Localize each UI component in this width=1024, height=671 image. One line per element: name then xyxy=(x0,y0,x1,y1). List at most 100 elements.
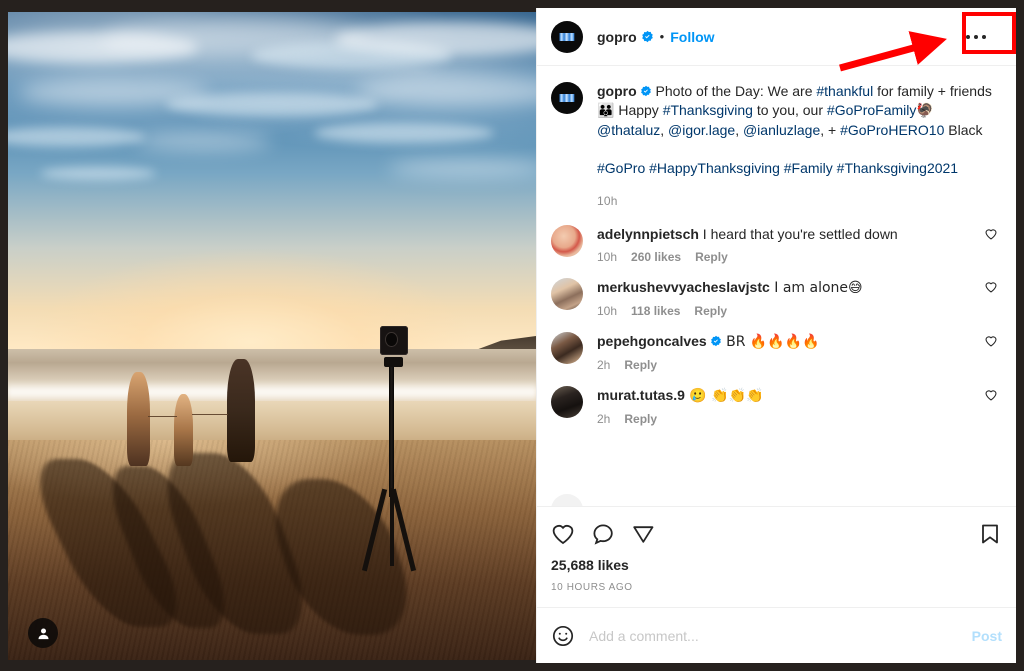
caption-segment: , xyxy=(735,122,743,138)
photo-foam xyxy=(8,381,536,403)
caption-hashtag-line[interactable]: #GoPro #HappyThanksgiving #Family #Thank… xyxy=(597,159,997,178)
author-avatar[interactable] xyxy=(551,20,583,53)
caption-mention-link[interactable]: @igor.lage xyxy=(668,122,735,138)
post-comment-button[interactable]: Post xyxy=(972,628,1002,644)
follow-button[interactable]: Follow xyxy=(670,30,714,44)
caption-hashtag-link[interactable]: #thankful xyxy=(816,83,873,99)
comment-meta: 10h 118 likes Reply xyxy=(597,304,984,318)
comment-item: merkushevvyacheslavjstc I am alone😅 10h … xyxy=(537,264,1016,318)
caption-segment: , xyxy=(660,122,669,138)
comment-content: murat.tutas.9 🥲 👏👏👏 2h Reply xyxy=(597,386,984,426)
caption-mention-link[interactable]: @ianluzlage xyxy=(743,122,820,138)
comment-reply-button[interactable]: Reply xyxy=(695,250,728,264)
comment-timestamp: 2h xyxy=(597,412,611,426)
commenter-avatar[interactable] xyxy=(551,278,583,310)
caption-author-avatar[interactable] xyxy=(551,82,583,114)
photo-sky xyxy=(8,12,536,349)
family-emoji: 👪 xyxy=(597,103,615,119)
comment-content: adelynnpietsch I heard that you're settl… xyxy=(597,225,984,264)
more-options-icon[interactable] xyxy=(956,23,996,51)
comment-item: pepehgoncalves BR 🔥🔥🔥🔥 2h Reply xyxy=(537,318,1016,372)
instagram-post-panel: gopro • Follow gopro Photo of the Day: W… xyxy=(536,8,1016,663)
comment-timestamp: 10h xyxy=(597,304,618,318)
comment-content: pepehgoncalves BR 🔥🔥🔥🔥 2h Reply xyxy=(597,332,984,372)
heart-outline-icon[interactable] xyxy=(551,522,575,546)
caption-author-username[interactable]: gopro xyxy=(597,83,637,99)
caption-text: gopro Photo of the Day: We are #thankful… xyxy=(597,82,997,211)
commenter-username[interactable]: merkushevvyacheslavjstc xyxy=(597,279,770,295)
caption-timestamp: 10h xyxy=(597,194,618,208)
comment-likes[interactable]: 118 likes xyxy=(631,304,680,318)
comment-input[interactable] xyxy=(589,627,962,644)
caption-block: gopro Photo of the Day: We are #thankful… xyxy=(537,66,1016,211)
commenter-avatar[interactable] xyxy=(551,386,583,418)
photo-person-adult-left xyxy=(127,371,151,466)
heart-outline-icon[interactable] xyxy=(984,227,1000,243)
tagged-people-icon[interactable] xyxy=(28,618,58,648)
comment-text-line: adelynnpietsch I heard that you're settl… xyxy=(597,225,984,243)
verified-badge-icon xyxy=(641,30,653,43)
post-header: gopro • Follow xyxy=(537,8,1016,66)
caption-hashtag-link[interactable]: #GoProFamily xyxy=(827,102,916,118)
likes-count[interactable]: 25,688 likes xyxy=(551,557,1002,573)
post-actions: 25,688 likes 10 HOURS AGO xyxy=(537,506,1016,607)
caption-segment: to you, our xyxy=(752,102,827,118)
turkey-emoji: 🦃 xyxy=(916,103,934,119)
verified-badge-icon xyxy=(640,85,651,97)
bookmark-outline-icon[interactable] xyxy=(978,522,1002,546)
comment-reply-button[interactable]: Reply xyxy=(624,412,657,426)
comment-meta: 10h 260 likes Reply xyxy=(597,250,984,264)
commenter-avatar[interactable] xyxy=(551,332,583,364)
comment-content: merkushevvyacheslavjstc I am alone😅 10h … xyxy=(597,278,984,318)
comment-text-line: merkushevvyacheslavjstc I am alone😅 xyxy=(597,278,984,297)
comment-timestamp: 10h xyxy=(597,250,618,264)
commenter-avatar[interactable] xyxy=(551,225,583,257)
comment-body: 🥲 👏👏👏 xyxy=(684,388,764,404)
heart-outline-icon[interactable] xyxy=(984,280,1000,296)
post-photo[interactable] xyxy=(8,12,536,660)
post-body-scroll[interactable]: gopro Photo of the Day: We are #thankful… xyxy=(537,66,1016,506)
comment-item-partial xyxy=(551,494,583,506)
caption-segment: for family + friends xyxy=(873,83,992,99)
heart-outline-icon[interactable] xyxy=(984,334,1000,350)
comment-meta: 2h Reply xyxy=(597,412,984,426)
comment-meta: 2h Reply xyxy=(597,358,984,372)
comment-timestamp: 2h xyxy=(597,358,611,372)
comment-text-line: pepehgoncalves BR 🔥🔥🔥🔥 xyxy=(597,332,984,351)
commenter-username[interactable]: pepehgoncalves xyxy=(597,333,707,349)
caption-segment: Black xyxy=(944,122,983,138)
comment-likes[interactable]: 260 likes xyxy=(631,250,681,264)
comment-bubble-icon[interactable] xyxy=(591,522,615,546)
caption-segment: Happy xyxy=(614,102,663,118)
emoji-smiley-icon[interactable] xyxy=(551,624,575,648)
verified-badge-icon xyxy=(710,335,721,347)
header-separator: • xyxy=(659,29,665,44)
posted-timestamp: 10 HOURS AGO xyxy=(551,582,633,593)
photo-tripod-pole xyxy=(389,367,395,497)
caption-hashtag-link[interactable]: #GoProHERO10 xyxy=(840,122,944,138)
comment-body: I am alone😅 xyxy=(769,280,863,296)
photo-person-child xyxy=(174,394,194,466)
action-row xyxy=(551,513,1002,555)
photo-camera-lens xyxy=(386,333,397,347)
caption-segment: Photo of the Day: We are xyxy=(651,83,817,99)
comment-body: BR 🔥🔥🔥🔥 xyxy=(721,334,820,350)
photo-camera-mount xyxy=(383,356,403,368)
comment-text-line: murat.tutas.9 🥲 👏👏👏 xyxy=(597,386,984,405)
commenter-username[interactable]: murat.tutas.9 xyxy=(597,387,685,403)
caption-mention-link[interactable]: @thataluz xyxy=(597,122,660,138)
comment-body: I heard that you're settled down xyxy=(698,226,898,242)
caption-segment: , + xyxy=(820,122,841,138)
caption-hashtag-link[interactable]: #Thanksgiving xyxy=(663,102,753,118)
add-comment-bar: Post xyxy=(537,607,1016,663)
comment-item: murat.tutas.9 🥲 👏👏👏 2h Reply xyxy=(537,372,1016,426)
commenter-username[interactable]: adelynnpietsch xyxy=(597,226,699,242)
commenter-avatar[interactable] xyxy=(551,494,583,506)
comment-reply-button[interactable]: Reply xyxy=(694,304,727,318)
author-username[interactable]: gopro xyxy=(597,30,637,44)
photo-person-adult-right xyxy=(227,358,255,463)
comment-reply-button[interactable]: Reply xyxy=(624,358,657,372)
screenshot-root: gopro • Follow gopro Photo of the Day: W… xyxy=(0,0,1024,671)
share-paper-plane-icon[interactable] xyxy=(631,522,655,546)
heart-outline-icon[interactable] xyxy=(984,388,1000,404)
